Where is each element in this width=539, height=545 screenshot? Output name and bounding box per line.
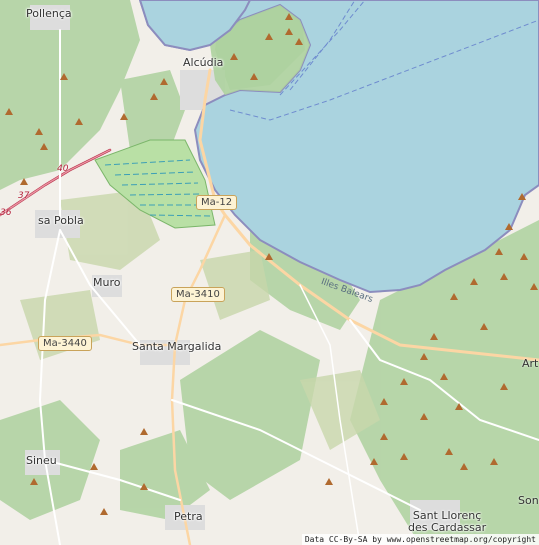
place-label-alcudia: Alcúdia [183,56,224,69]
road-number-36: 36 [0,208,12,218]
place-label-petra: Petra [174,510,203,523]
road-shield-ma12: Ma-12 [196,195,238,210]
road-number-37: 37 [18,191,30,201]
place-label-sa-pobla: sa Pobla [38,214,84,227]
road-number-40: 40 [57,164,69,174]
place-label-sant-llorenc: Sant Llorenç des Cardassar [408,509,487,535]
place-label-muro: Muro [93,276,121,289]
place-label-sant-llorenc-line2: des Cardassar [408,521,487,535]
place-label-son: Son [518,494,539,507]
map-canvas[interactable]: Pollença Alcúdia sa Pobla Muro Santa Mar… [0,0,539,545]
road-shield-ma3410: Ma-3410 [171,287,225,302]
place-label-santa-margalida: Santa Margalida [132,340,222,353]
road-shield-ma3440: Ma-3440 [38,336,92,351]
map-layer [0,0,539,545]
place-label-art: Art [522,357,539,370]
place-label-sineu: Sineu [26,454,57,467]
place-label-pollenca: Pollença [26,7,72,20]
map-attribution[interactable]: Data CC-By-SA by www.openstreetmap.org/c… [301,534,539,545]
